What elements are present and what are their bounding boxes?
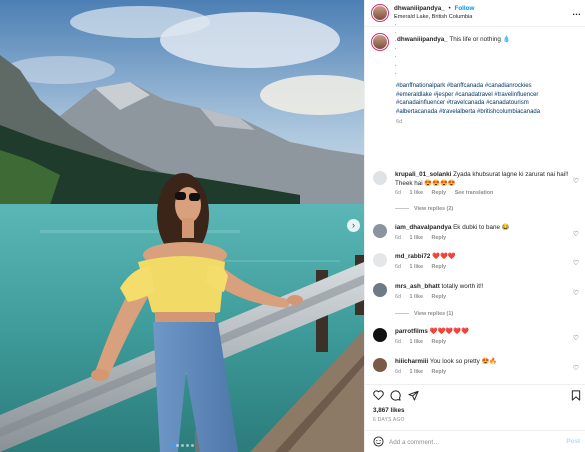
- post-date[interactable]: 6 DAYS AGO: [373, 417, 405, 424]
- comment-heart-icon[interactable]: ♡: [573, 259, 579, 268]
- share-icon[interactable]: [408, 390, 419, 401]
- comment-heart-icon[interactable]: ♡: [573, 177, 579, 186]
- caption-text-line: dhwaniiipandya_ This life or nothing 💧: [397, 36, 577, 45]
- comment-text: ❤️❤️❤️❤️❤️: [429, 328, 469, 335]
- reply-button[interactable]: Reply: [432, 339, 447, 345]
- commenter-avatar[interactable]: [373, 283, 387, 297]
- author-avatar[interactable]: [371, 4, 389, 22]
- comment-text: ❤️❤️❤️: [432, 253, 456, 260]
- comment-likes[interactable]: 1 like: [410, 369, 424, 375]
- commenter-avatar[interactable]: [373, 224, 387, 238]
- carousel-dot: [170, 444, 174, 447]
- comment-time[interactable]: 6d: [395, 339, 401, 345]
- chevron-right-icon: ›: [352, 220, 355, 230]
- commenter-username[interactable]: iam_dhavalpandya: [395, 224, 451, 231]
- caption-timestamp[interactable]: 6d: [396, 119, 402, 126]
- carousel-indicator: [0, 444, 364, 447]
- commenter-username[interactable]: krupali_01_solanki: [395, 171, 451, 178]
- separator-dot: •: [448, 5, 451, 12]
- comment-likes[interactable]: 1 like: [410, 235, 424, 241]
- carousel-dot: [190, 444, 194, 447]
- post-side-panel: dhwaniiipandya_ • Follow Emerald Lake, B…: [364, 0, 585, 452]
- commenter-avatar[interactable]: [373, 328, 387, 342]
- carousel-dot: [175, 444, 179, 447]
- comment-heart-icon[interactable]: ♡: [573, 334, 579, 343]
- comment-likes[interactable]: 1 like: [410, 294, 424, 300]
- caption-avatar[interactable]: [371, 33, 389, 51]
- author-username[interactable]: dhwaniiipandya_: [394, 5, 445, 12]
- photo-scene: [0, 0, 364, 452]
- see-translation-link[interactable]: See translation: [455, 190, 494, 196]
- bookmark-icon[interactable]: [571, 390, 581, 401]
- emoji-icon[interactable]: [373, 436, 384, 447]
- reply-button[interactable]: Reply: [432, 190, 447, 196]
- reply-button[interactable]: Reply: [432, 264, 447, 270]
- post-location[interactable]: Emerald Lake, British Columbia: [394, 14, 472, 22]
- comment-icon[interactable]: [390, 390, 401, 401]
- carousel-next-button[interactable]: ›: [347, 219, 360, 232]
- commenter-username[interactable]: md_rabbi72: [395, 253, 430, 260]
- comment-text: You look so pretty 😍🔥: [429, 358, 498, 365]
- carousel-dot: [180, 444, 184, 447]
- comment-time[interactable]: 6d: [395, 190, 401, 196]
- caption-hashtags[interactable]: #banffnationalpark #banffcanada #canadia…: [396, 82, 566, 117]
- view-replies-button[interactable]: View replies (1): [395, 311, 453, 318]
- comment-text: Ek dubki to bane 😂: [453, 224, 510, 231]
- reply-button[interactable]: Reply: [432, 369, 447, 375]
- comment-text: totally worth it!!: [441, 283, 484, 290]
- commenter-avatar[interactable]: [373, 171, 387, 185]
- follow-button[interactable]: Follow: [454, 5, 474, 12]
- heart-icon[interactable]: [373, 390, 384, 400]
- comment-likes[interactable]: 1 like: [410, 264, 424, 270]
- commenter-username[interactable]: mrs_ash_bhatt: [395, 283, 440, 290]
- comment-heart-icon[interactable]: ♡: [573, 230, 579, 239]
- like-count[interactable]: 3,867 likes: [373, 407, 405, 416]
- post-photo: ›: [0, 0, 364, 452]
- comment-time[interactable]: 6d: [395, 294, 401, 300]
- reply-button[interactable]: Reply: [432, 235, 447, 241]
- caption-username[interactable]: dhwaniiipandya_: [397, 36, 448, 43]
- commenter-avatar[interactable]: [373, 358, 387, 372]
- post-comment-button[interactable]: Post: [566, 438, 580, 447]
- comment-heart-icon[interactable]: ♡: [573, 364, 579, 373]
- comment-composer: Post: [365, 430, 585, 452]
- reply-button[interactable]: Reply: [432, 294, 447, 300]
- commenter-username[interactable]: parrotfilms: [395, 328, 428, 335]
- carousel-dot: [185, 444, 189, 447]
- comment-time[interactable]: 6d: [395, 369, 401, 375]
- comment-input[interactable]: [389, 436, 549, 448]
- post-header: dhwaniiipandya_ • Follow Emerald Lake, B…: [365, 0, 585, 27]
- comment-likes[interactable]: 1 like: [410, 339, 424, 345]
- comment-time[interactable]: 6d: [395, 235, 401, 241]
- commenter-username[interactable]: hiiicharmiii: [395, 358, 428, 365]
- comment-likes[interactable]: 1 like: [410, 190, 424, 196]
- caption-text: This life or nothing 💧: [449, 36, 511, 43]
- comment-heart-icon[interactable]: ♡: [573, 289, 579, 298]
- post-action-bar: [365, 384, 585, 404]
- caption-dot-lines: .. .. .. ..: [395, 13, 397, 76]
- view-replies-button[interactable]: View replies (2): [395, 206, 453, 213]
- more-options-icon[interactable]: …: [572, 6, 581, 18]
- comment-time[interactable]: 6d: [395, 264, 401, 270]
- commenter-avatar[interactable]: [373, 253, 387, 267]
